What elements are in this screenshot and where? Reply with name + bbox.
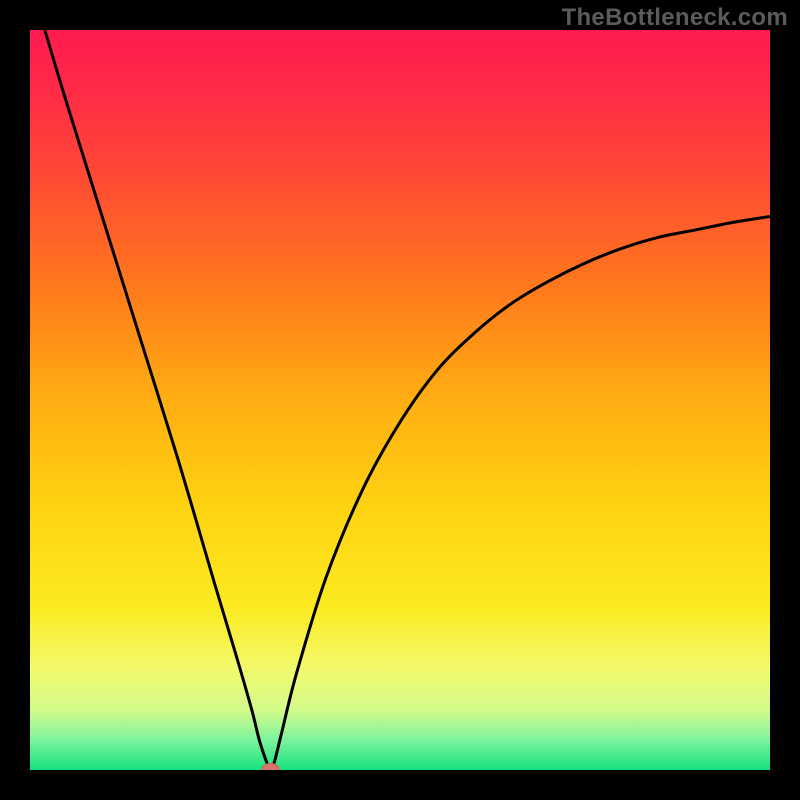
gradient-background [30, 30, 770, 770]
plot-area [30, 30, 770, 770]
chart-frame: TheBottleneck.com [0, 0, 800, 800]
bottleneck-chart [30, 30, 770, 770]
watermark-text: TheBottleneck.com [562, 4, 788, 32]
